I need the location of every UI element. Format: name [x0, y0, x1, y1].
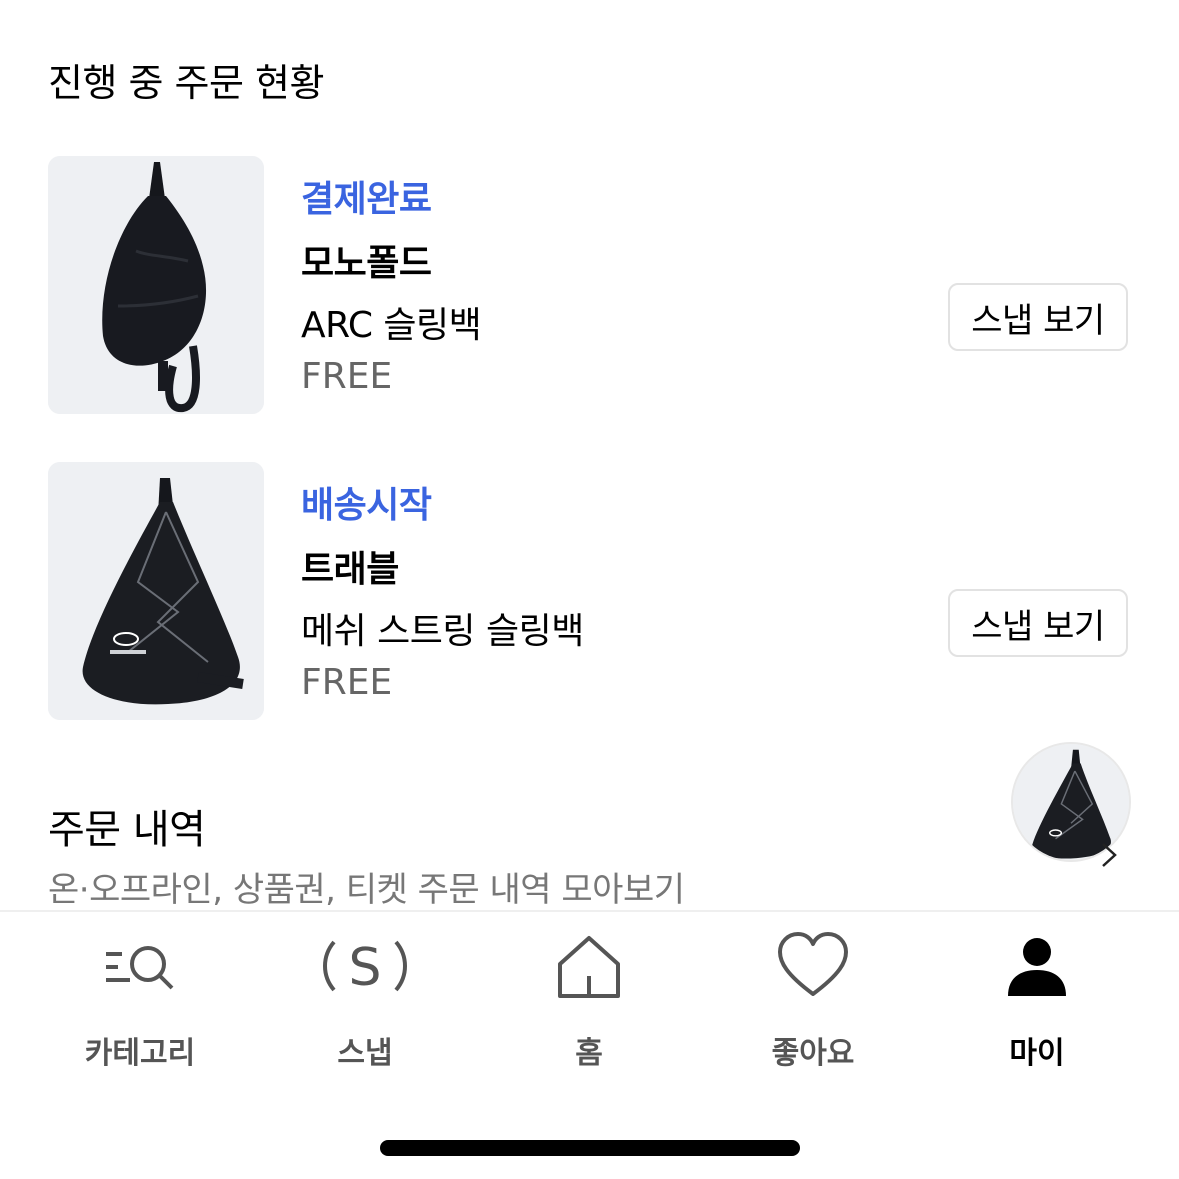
- sling-bag-image: [48, 156, 264, 414]
- home-indicator: [380, 1140, 800, 1156]
- product-option: FREE: [301, 662, 393, 703]
- tab-snap[interactable]: S 스냅: [265, 930, 465, 1071]
- heart-icon: [778, 932, 848, 996]
- tab-likes[interactable]: 좋아요: [713, 930, 913, 1071]
- tab-home[interactable]: 홈: [489, 930, 689, 1071]
- view-snap-button[interactable]: 스냅 보기: [948, 283, 1128, 351]
- snap-s-icon: S: [323, 938, 407, 998]
- product-image-arc-sling[interactable]: [48, 156, 264, 414]
- product-name[interactable]: ARC 슬링백: [301, 296, 482, 348]
- order-status: 배송시작: [301, 485, 432, 526]
- tab-category[interactable]: 카테고리: [40, 930, 240, 1071]
- category-search-icon: [106, 946, 174, 990]
- product-name[interactable]: 메쉬 스트링 슬링백: [301, 602, 584, 654]
- order-history-title[interactable]: 주문 내역: [48, 797, 206, 855]
- order-status: 결제완료: [301, 179, 432, 220]
- home-icon: [558, 936, 620, 998]
- tab-label: 홈: [575, 1036, 603, 1071]
- order-history-subtitle[interactable]: 온·오프라인, 상품권, 티켓 주문 내역 모아보기: [48, 862, 685, 911]
- mesh-sling-bag-image: [48, 462, 264, 720]
- svg-text:S: S: [348, 938, 381, 998]
- tab-label: 마이: [1009, 1036, 1065, 1071]
- order-item[interactable]: 배송시작 트래블 메쉬 스트링 슬링백 FREE 스냅 보기: [0, 462, 1179, 720]
- brand-name[interactable]: 트래블: [301, 540, 399, 592]
- chevron-right-icon[interactable]: [1095, 840, 1125, 870]
- brand-name[interactable]: 모노폴드: [301, 234, 432, 286]
- tab-label: 카테고리: [84, 1036, 196, 1071]
- person-icon: [1008, 938, 1066, 996]
- bottom-tab-bar: 카테고리 S 스냅 홈 좋아요 마이: [0, 912, 1179, 1092]
- order-item[interactable]: 결제완료 모노폴드 ARC 슬링백 FREE 스냅 보기: [0, 156, 1179, 414]
- product-image-mesh-sling[interactable]: [48, 462, 264, 720]
- tab-label: 스냅: [337, 1036, 393, 1071]
- product-option: FREE: [301, 356, 393, 397]
- section-title: 진행 중 주문 현황: [48, 61, 324, 105]
- view-snap-button[interactable]: 스냅 보기: [948, 589, 1128, 657]
- tab-label: 좋아요: [771, 1036, 855, 1071]
- tab-my[interactable]: 마이: [937, 930, 1137, 1071]
